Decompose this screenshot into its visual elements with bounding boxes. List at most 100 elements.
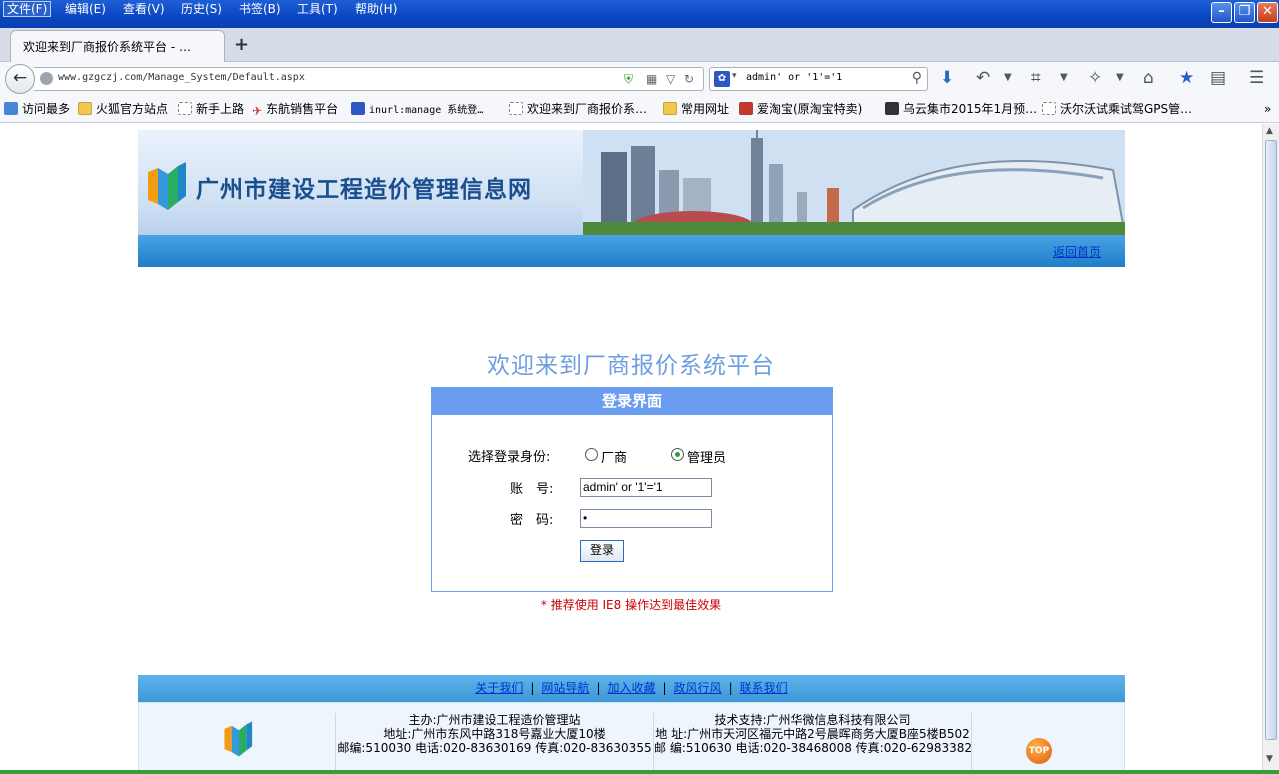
separator: | bbox=[662, 681, 667, 695]
bookmark-item[interactable]: 乌云集市2015年1月预… bbox=[885, 101, 1037, 117]
vertical-scrollbar[interactable]: ▲ ▼ bbox=[1262, 124, 1279, 770]
login-panel: 登录界面 选择登录身份: 厂商 管理员 账 号: admin' or '1'='… bbox=[431, 387, 833, 592]
menu-help[interactable]: 帮助(H) bbox=[352, 1, 400, 17]
footer-link-contact[interactable]: 联系我们 bbox=[740, 681, 788, 695]
scroll-up-icon[interactable]: ▲ bbox=[1266, 126, 1273, 136]
separator: | bbox=[596, 681, 601, 695]
dropdown-icon[interactable]: ▽ bbox=[666, 72, 675, 86]
radio-admin[interactable] bbox=[671, 448, 684, 461]
identity-label: 选择登录身份: bbox=[468, 450, 551, 465]
back-arrow-icon: ← bbox=[12, 68, 28, 88]
bookmarks-bar: 访问最多 火狐官方站点 新手上路 ✈ 东航销售平台 inurl:manage 系统… bbox=[0, 96, 1279, 123]
menu-edit[interactable]: 编辑(E) bbox=[62, 1, 109, 17]
account-label: 账 号: bbox=[510, 482, 554, 497]
menu-tools[interactable]: 工具(T) bbox=[294, 1, 341, 17]
gesture-dropdown-icon[interactable]: ▼ bbox=[1116, 72, 1124, 83]
header-nav-bar: 返回首页 bbox=[138, 235, 1125, 267]
search-icon bbox=[4, 102, 18, 115]
tab-active[interactable]: 欢迎来到厂商报价系统平台 - … bbox=[10, 30, 225, 62]
bookmark-item[interactable]: 爱淘宝(原淘宝特卖) bbox=[739, 101, 862, 117]
qr-code-icon[interactable]: ▦ bbox=[646, 72, 657, 86]
footer-link-conduct[interactable]: 政风行风 bbox=[674, 681, 722, 695]
page-icon bbox=[1042, 102, 1056, 115]
site-title: 广州市建设工程造价管理信息网 bbox=[196, 176, 532, 203]
baidu-paw-icon bbox=[351, 102, 365, 115]
close-icon[interactable]: ✕ bbox=[1257, 2, 1278, 23]
login-button[interactable]: 登录 bbox=[580, 540, 624, 562]
folder-icon bbox=[663, 102, 677, 115]
bookmark-item[interactable]: 沃尔沃试乘试驾GPS管… bbox=[1042, 101, 1192, 117]
page-icon bbox=[509, 102, 523, 115]
baidu-paw-icon[interactable]: ✿ bbox=[714, 71, 730, 87]
browser-tip: * 推荐使用 IE8 操作达到最佳效果 bbox=[540, 598, 722, 612]
menu-bar: 文件(F) 编辑(E) 查看(V) 历史(S) 书签(B) 工具(T) 帮助(H… bbox=[0, 0, 1279, 28]
separator: | bbox=[530, 681, 535, 695]
home-icon[interactable]: ⌂ bbox=[1143, 68, 1154, 88]
footer-nav: 关于我们 | 网站导航 | 加入收藏 | 政风行风 | 联系我们 bbox=[138, 675, 1125, 702]
crop-icon[interactable]: ⌗ bbox=[1031, 68, 1041, 88]
star-icon[interactable]: ★ bbox=[1179, 68, 1194, 88]
bookmark-item[interactable]: 新手上路 bbox=[178, 101, 244, 117]
footer-host-info: 主办:广州市建设工程造价管理站 地址:广州市东风中路318号嘉业大厦10楼 邮编… bbox=[335, 713, 653, 770]
scroll-down-icon[interactable]: ▼ bbox=[1266, 754, 1273, 764]
separator: | bbox=[728, 681, 733, 695]
bookmark-item[interactable]: 常用网址 bbox=[663, 101, 729, 117]
radio-vendor[interactable] bbox=[585, 448, 598, 461]
restore-icon[interactable]: ❐ bbox=[1234, 2, 1255, 23]
footer-info: 主办:广州市建设工程造价管理站 地址:广州市东风中路318号嘉业大厦10楼 邮编… bbox=[138, 702, 1125, 770]
undo-icon[interactable]: ↶ bbox=[976, 68, 990, 88]
home-link[interactable]: 返回首页 bbox=[1053, 243, 1101, 260]
footer-link-sitemap[interactable]: 网站导航 bbox=[541, 681, 589, 695]
site-logo-icon bbox=[148, 162, 186, 210]
footer-link-about[interactable]: 关于我们 bbox=[475, 681, 523, 695]
folder-icon bbox=[78, 102, 92, 115]
radio-vendor-label[interactable]: 厂商 bbox=[601, 447, 627, 466]
undo-dropdown-icon[interactable]: ▼ bbox=[1004, 72, 1012, 83]
site-banner: 广州市建设工程造价管理信息网 bbox=[138, 130, 1125, 235]
shield-icon[interactable]: ⛨ bbox=[624, 72, 633, 87]
menu-bookmarks[interactable]: 书签(B) bbox=[236, 1, 284, 17]
bookmark-item[interactable]: ✈ 东航销售平台 bbox=[252, 101, 338, 118]
minimize-icon[interactable]: – bbox=[1211, 2, 1232, 23]
back-button[interactable]: ← bbox=[5, 64, 35, 94]
search-box[interactable]: ✿ ▾ admin' or '1'='1 ⚲ bbox=[709, 67, 928, 91]
footer-link-favorite[interactable]: 加入收藏 bbox=[607, 681, 655, 695]
account-input[interactable]: admin' or '1'='1 bbox=[580, 478, 712, 497]
footer-logo-icon bbox=[224, 721, 253, 757]
welcome-heading: 欢迎来到厂商报价系统平台 bbox=[487, 353, 775, 379]
crop-dropdown-icon[interactable]: ▼ bbox=[1060, 72, 1068, 83]
bookmark-item[interactable]: 欢迎来到厂商报价系… bbox=[509, 101, 647, 117]
engine-dropdown-icon[interactable]: ▾ bbox=[732, 71, 737, 81]
bookmarks-overflow-icon[interactable]: » bbox=[1264, 101, 1271, 117]
airline-icon: ✈ bbox=[252, 104, 263, 118]
taskbar-edge bbox=[0, 770, 1279, 774]
page-viewport: 广州市建设工程造价管理信息网 返回首页 欢迎来到厂商报价系统平台 登录界面 选择… bbox=[0, 124, 1262, 770]
tab-title: 欢迎来到厂商报价系统平台 - … bbox=[23, 40, 191, 54]
globe-icon bbox=[40, 72, 53, 85]
search-icon[interactable]: ⚲ bbox=[912, 70, 922, 86]
taobao-icon bbox=[739, 102, 753, 115]
reading-list-icon[interactable]: ▤ bbox=[1210, 68, 1226, 88]
scrollbar-thumb[interactable] bbox=[1265, 140, 1277, 740]
back-to-top-button[interactable]: TOP bbox=[1026, 738, 1052, 764]
download-icon[interactable]: ⬇ bbox=[940, 68, 954, 88]
new-tab-icon[interactable]: + bbox=[234, 34, 249, 55]
reload-icon[interactable]: ↻ bbox=[684, 72, 694, 86]
tab-strip: 欢迎来到厂商报价系统平台 - … + bbox=[0, 28, 1279, 62]
navigation-bar: www.gzgczj.com/Manage_System/Default.asp… bbox=[0, 62, 1279, 96]
mouse-gesture-icon[interactable]: ✧ bbox=[1088, 68, 1102, 88]
page-icon bbox=[178, 102, 192, 115]
menu-view[interactable]: 查看(V) bbox=[120, 1, 168, 17]
hamburger-menu-icon[interactable]: ☰ bbox=[1249, 68, 1264, 88]
menu-history[interactable]: 历史(S) bbox=[178, 1, 225, 17]
url-bar[interactable]: www.gzgczj.com/Manage_System/Default.asp… bbox=[34, 67, 704, 91]
password-input[interactable]: • bbox=[580, 509, 712, 528]
footer-support-info: 技术支持:广州华微信息科技有限公司 地 址:广州市天河区福元中路2号晨晖商务大厦… bbox=[653, 713, 972, 770]
bookmark-item[interactable]: 火狐官方站点 bbox=[78, 101, 168, 117]
bookmark-item[interactable]: 访问最多 bbox=[4, 101, 70, 117]
menu-file[interactable]: 文件(F) bbox=[3, 1, 52, 17]
url-text[interactable]: www.gzgczj.com/Manage_System/Default.asp… bbox=[58, 72, 305, 83]
search-input[interactable]: admin' or '1'='1 bbox=[746, 72, 842, 83]
radio-admin-label[interactable]: 管理员 bbox=[687, 447, 726, 466]
bookmark-item[interactable]: inurl:manage 系统登… bbox=[351, 101, 483, 117]
